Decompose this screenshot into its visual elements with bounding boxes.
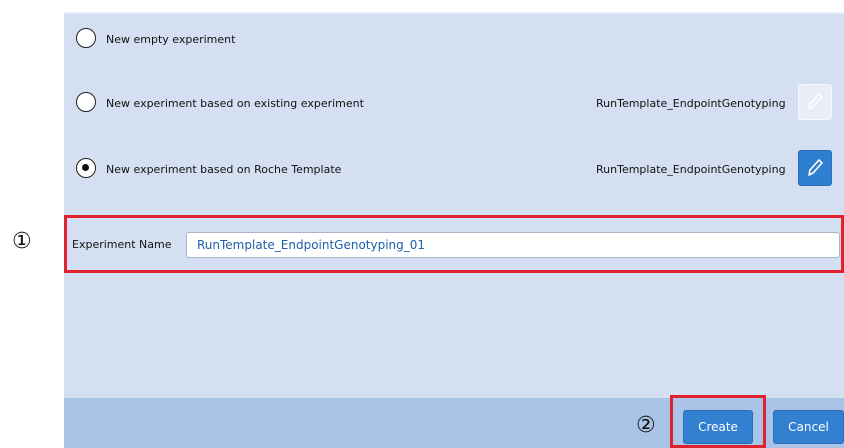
edit-existing-button[interactable] bbox=[798, 84, 832, 120]
edit-roche-template-button[interactable] bbox=[798, 150, 832, 186]
highlight-create-button bbox=[670, 395, 766, 448]
existing-experiment-value: RunTemplate_EndpointGenotyping bbox=[596, 97, 786, 110]
radio-selected-dot bbox=[82, 164, 89, 171]
pencil-icon bbox=[808, 159, 823, 176]
radio-new-empty-experiment[interactable] bbox=[76, 28, 96, 48]
step-2-marker: ② bbox=[636, 413, 656, 438]
radio-based-on-roche-template[interactable] bbox=[76, 158, 96, 178]
option-label-new-empty: New empty experiment bbox=[106, 33, 236, 46]
cancel-button[interactable]: Cancel bbox=[773, 410, 844, 444]
step-1-marker: ① bbox=[12, 229, 32, 254]
highlight-experiment-name bbox=[64, 215, 844, 273]
radio-based-on-existing-experiment[interactable] bbox=[76, 92, 96, 112]
roche-template-value: RunTemplate_EndpointGenotyping bbox=[596, 163, 786, 176]
option-label-based-on-existing: New experiment based on existing experim… bbox=[106, 97, 364, 110]
option-label-based-on-roche: New experiment based on Roche Template bbox=[106, 163, 342, 176]
pencil-icon bbox=[808, 93, 823, 110]
